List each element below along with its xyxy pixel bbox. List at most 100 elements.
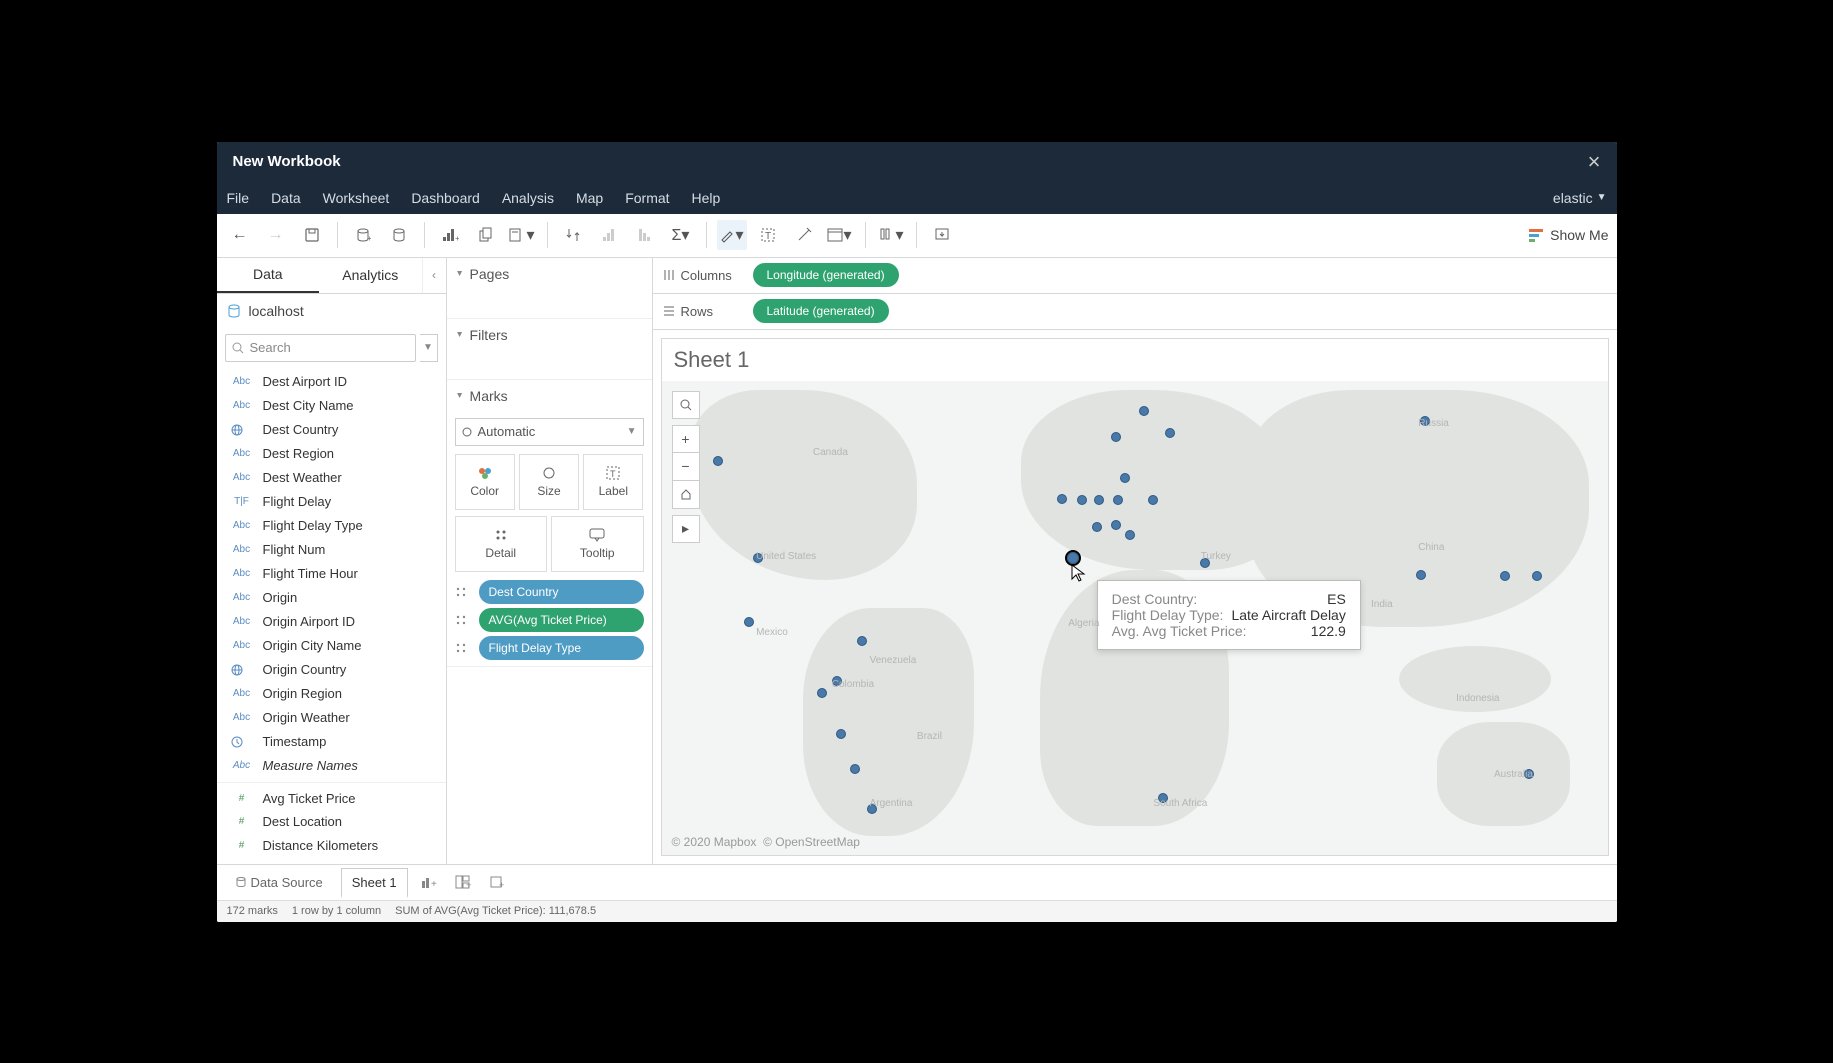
new-dashboard-tab-button[interactable]: + (450, 869, 476, 895)
map-mark[interactable] (1139, 406, 1149, 416)
sort-desc-button[interactable] (630, 220, 660, 250)
tab-data[interactable]: Data (217, 258, 320, 293)
sheet-title[interactable]: Sheet 1 (662, 339, 1608, 381)
map-mark[interactable] (1120, 473, 1130, 483)
marks-tooltip-button[interactable]: Tooltip (551, 516, 644, 572)
menu-worksheet[interactable]: Worksheet (323, 190, 390, 206)
marks-type-select[interactable]: Automatic ▼ (455, 418, 644, 446)
field-item[interactable]: #Dest Location (217, 810, 446, 834)
map-mark[interactable] (1111, 432, 1121, 442)
zoom-in-button[interactable]: + (672, 425, 700, 453)
new-datasource-button[interactable]: + (348, 220, 378, 250)
format-button[interactable] (789, 220, 819, 250)
field-item[interactable]: AbcOrigin Airport ID (217, 610, 446, 634)
columns-pill[interactable]: Longitude (generated) (753, 263, 899, 287)
tab-sheet-1[interactable]: Sheet 1 (341, 868, 408, 898)
download-button[interactable] (927, 220, 957, 250)
mark-pill[interactable]: AVG(Avg Ticket Price) (479, 608, 644, 632)
field-item[interactable]: T|FFlight Delay (217, 490, 446, 514)
field-item[interactable]: AbcOrigin City Name (217, 634, 446, 658)
new-worksheet-tab-button[interactable]: + (416, 869, 442, 895)
map-mark[interactable] (836, 729, 846, 739)
highlight-button[interactable]: ▾ (717, 220, 747, 250)
field-item[interactable]: AbcFlight Num (217, 538, 446, 562)
filters-shelf[interactable]: ▸Filters (447, 319, 652, 380)
marks-detail-button[interactable]: Detail (455, 516, 548, 572)
search-options-button[interactable]: ▼ (420, 334, 438, 362)
map-mark[interactable] (1500, 571, 1510, 581)
field-item[interactable]: Dest Country (217, 418, 446, 442)
map-mark[interactable] (1165, 428, 1175, 438)
totals-button[interactable]: Σ▾ (666, 220, 696, 250)
map-mark[interactable] (1057, 494, 1067, 504)
map-mark[interactable] (744, 617, 754, 627)
map-mark[interactable] (1416, 570, 1426, 580)
field-item[interactable]: AbcOrigin (217, 586, 446, 610)
field-item[interactable]: #Avg Ticket Price (217, 782, 446, 810)
fit-button[interactable]: ▾ (825, 220, 855, 250)
menu-analysis[interactable]: Analysis (502, 190, 554, 206)
map-mark[interactable] (1125, 530, 1135, 540)
swap-button[interactable] (558, 220, 588, 250)
datasource-row[interactable]: localhost (217, 294, 446, 328)
field-item[interactable]: #Distance Kilometers (217, 834, 446, 858)
new-worksheet-button[interactable]: + (435, 220, 465, 250)
tab-analytics[interactable]: Analytics (319, 258, 422, 293)
pages-shelf[interactable]: ▸Pages (447, 258, 652, 319)
map-mark[interactable] (1148, 495, 1158, 505)
presentation-button[interactable]: ▾ (876, 220, 906, 250)
new-story-tab-button[interactable]: + (484, 869, 510, 895)
close-icon[interactable]: × (1588, 149, 1601, 175)
map-mark[interactable] (1077, 495, 1087, 505)
zoom-home-button[interactable] (672, 481, 700, 509)
field-item[interactable]: AbcOrigin Region (217, 682, 446, 706)
map-view[interactable]: + − ▸ Dest Country:ES Flight Delay Type:… (662, 381, 1608, 855)
tab-datasource[interactable]: Data Source (225, 869, 333, 896)
zoom-out-button[interactable]: − (672, 453, 700, 481)
field-item[interactable]: AbcDest Weather (217, 466, 446, 490)
field-item[interactable]: AbcOrigin Weather (217, 706, 446, 730)
map-mark[interactable] (1532, 571, 1542, 581)
map-mark[interactable] (1094, 495, 1104, 505)
field-item[interactable]: Origin Country (217, 658, 446, 682)
marks-color-button[interactable]: Color (455, 454, 515, 510)
field-item[interactable]: AbcDest City Name (217, 394, 446, 418)
duplicate-button[interactable] (471, 220, 501, 250)
map-toolbar-button[interactable]: ▸ (672, 515, 700, 543)
map-mark[interactable] (1113, 495, 1123, 505)
map-mark[interactable] (857, 636, 867, 646)
mark-pill[interactable]: Dest Country (479, 580, 644, 604)
map-mark[interactable] (1092, 522, 1102, 532)
menu-help[interactable]: Help (692, 190, 721, 206)
rows-shelf[interactable]: Rows Latitude (generated) (653, 294, 1617, 330)
map-mark-selected[interactable] (1067, 552, 1079, 564)
show-me-button[interactable]: Show Me (1528, 227, 1608, 243)
search-input[interactable]: Search (225, 334, 416, 362)
labels-button[interactable]: T (753, 220, 783, 250)
marks-label-button[interactable]: TLabel (583, 454, 643, 510)
forward-button[interactable]: → (261, 220, 291, 250)
menu-file[interactable]: File (227, 190, 250, 206)
map-mark[interactable] (1111, 520, 1121, 530)
pause-auto-updates-button[interactable] (384, 220, 414, 250)
user-menu[interactable]: elastic ▼ (1553, 190, 1607, 206)
marks-size-button[interactable]: Size (519, 454, 579, 510)
menu-format[interactable]: Format (625, 190, 669, 206)
menu-data[interactable]: Data (271, 190, 301, 206)
save-button[interactable] (297, 220, 327, 250)
map-search-button[interactable] (672, 391, 700, 419)
clear-button[interactable]: ▾ (507, 220, 537, 250)
rows-pill[interactable]: Latitude (generated) (753, 299, 889, 323)
field-list[interactable]: AbcDest Airport IDAbcDest City NameDest … (217, 368, 446, 864)
field-item[interactable]: AbcDest Region (217, 442, 446, 466)
map-mark[interactable] (713, 456, 723, 466)
field-item[interactable]: AbcMeasure Names (217, 754, 446, 778)
field-item[interactable]: AbcFlight Time Hour (217, 562, 446, 586)
mark-pill[interactable]: Flight Delay Type (479, 636, 644, 660)
menu-map[interactable]: Map (576, 190, 603, 206)
map-mark[interactable] (817, 688, 827, 698)
field-item[interactable]: AbcDest Airport ID (217, 370, 446, 394)
field-item[interactable]: Timestamp (217, 730, 446, 754)
collapse-pane-button[interactable]: ‹ (422, 258, 446, 293)
columns-shelf[interactable]: Columns Longitude (generated) (653, 258, 1617, 294)
